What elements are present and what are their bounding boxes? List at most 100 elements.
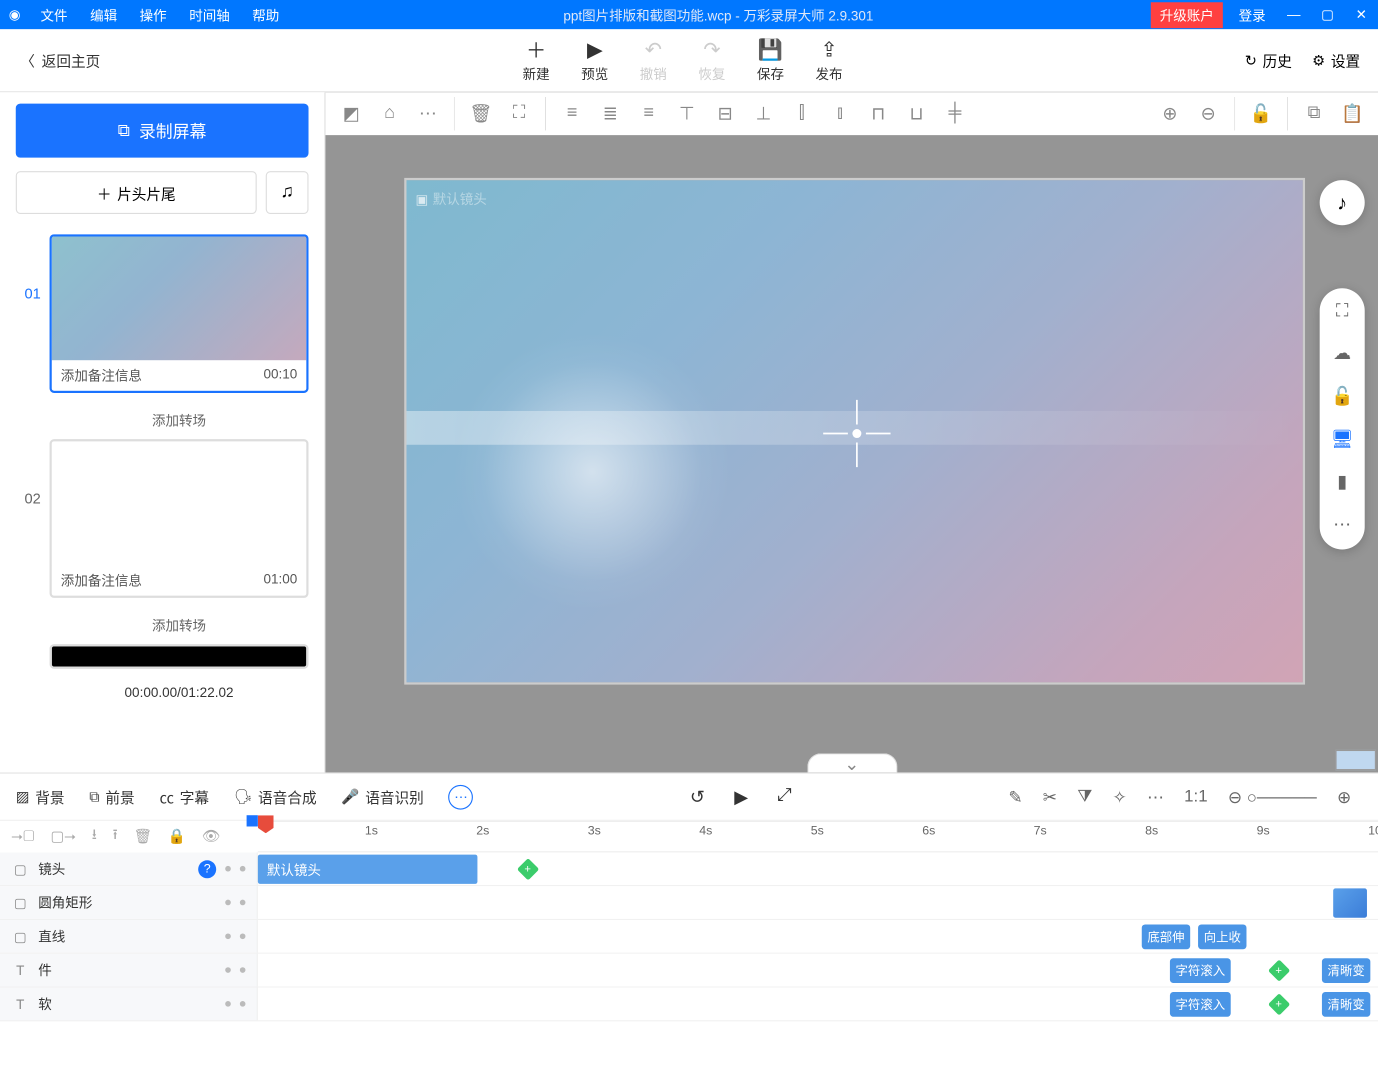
thumbnail-02[interactable]: 02 添加备注信息 01:00 [16, 439, 309, 598]
zoom-out-slider-icon[interactable]: ⊖ ○───── [1228, 787, 1317, 807]
align-left-icon[interactable]: ≡ [555, 97, 589, 131]
menu-help[interactable]: 帮助 [241, 5, 291, 24]
timeline-clip[interactable]: + [517, 858, 539, 880]
canvas-frame[interactable]: ▣默认镜头 [404, 178, 1305, 685]
filter-icon[interactable]: ⧩ [1077, 787, 1092, 806]
cut-icon[interactable]: ✂ [1043, 787, 1057, 807]
menu-action[interactable]: 操作 [128, 5, 178, 24]
home-icon[interactable]: ⌂ [373, 97, 407, 131]
expand-handle[interactable]: ⌄ [807, 753, 897, 772]
align-middle-icon[interactable]: ⊟ [708, 97, 742, 131]
zoom-out-icon[interactable]: ⊖ [1191, 97, 1225, 131]
tab-asr[interactable]: 🎤语音识别 [341, 786, 423, 807]
add-transition-button[interactable]: 添加转场 [50, 402, 309, 439]
track-dot-icon[interactable] [225, 933, 231, 939]
play-button[interactable]: ▶ [734, 785, 748, 808]
distribute-h-icon[interactable]: ⫿ [785, 97, 819, 131]
track-dot-icon[interactable] [240, 967, 246, 973]
align-icon[interactable]: ⊓ [861, 97, 895, 131]
track-dot-icon[interactable] [240, 933, 246, 939]
help-icon[interactable]: ? [198, 860, 216, 878]
new-button[interactable]: ＋新建 [523, 37, 550, 83]
tab-subtitle[interactable]: ㏄字幕 [159, 786, 209, 807]
tab-foreground[interactable]: ⧉前景 [89, 786, 134, 807]
thumbnail-03[interactable] [50, 644, 309, 669]
track-body[interactable]: 默认镜头 + [258, 852, 1378, 885]
mobile-icon[interactable]: ▮ [1337, 471, 1347, 494]
record-screen-button[interactable]: ⧉ 录制屏幕 [16, 104, 309, 158]
thumb-note[interactable]: 添加备注信息 [61, 366, 142, 385]
login-button[interactable]: 登录 [1227, 5, 1277, 24]
add-transition-button[interactable]: 添加转场 [50, 607, 309, 644]
music-button[interactable]: ♫ [266, 171, 309, 214]
align-center-icon[interactable]: ≣ [593, 97, 627, 131]
track-head[interactable]: ▢直线 [0, 920, 258, 953]
track-dot-icon[interactable] [225, 866, 231, 872]
track-head[interactable]: ▢镜头? [0, 852, 258, 885]
keyframe-icon[interactable]: ⋯ [1147, 787, 1164, 807]
tab-background[interactable]: ▨背景 [16, 786, 65, 807]
align-right-icon[interactable]: ≡ [632, 97, 666, 131]
eye-icon[interactable]: 👁 [202, 828, 221, 846]
delete-icon[interactable]: 🗑 [464, 97, 498, 131]
menu-file[interactable]: 文件 [29, 5, 79, 24]
timeline-clip[interactable]: 清晰变 [1322, 958, 1370, 983]
desktop-icon[interactable]: 🖥 [1331, 428, 1354, 451]
timeline-ruler[interactable]: 1s2s3s4s5s6s7s8s9s10s [258, 821, 1378, 853]
focus-icon[interactable]: ⛶ [502, 97, 536, 131]
more-icon[interactable]: ⋯ [411, 97, 445, 131]
align-icon2[interactable]: ⊔ [900, 97, 934, 131]
folder-in-icon[interactable]: ⭢▢ [11, 828, 34, 846]
track-body[interactable]: 字符滚入 + 清晰变 [258, 954, 1378, 987]
track-body[interactable] [258, 886, 1378, 919]
timeline-clip[interactable]: 底部伸 [1142, 924, 1190, 949]
lock-icon[interactable]: 🔓 [1244, 97, 1278, 131]
track-head[interactable]: ▢圆角矩形 [0, 886, 258, 919]
magic-icon[interactable]: ✧ [1113, 787, 1127, 807]
copy-icon[interactable]: ⧉ [1297, 97, 1331, 131]
track-dot-icon[interactable] [240, 900, 246, 906]
menu-timeline[interactable]: 时间轴 [178, 5, 241, 24]
timeline-clip[interactable]: 默认镜头 [258, 855, 478, 884]
close-icon[interactable]: ✕ [1344, 0, 1378, 29]
crop-icon[interactable]: ◩ [334, 97, 368, 131]
head-tail-button[interactable]: ＋ 片头片尾 [16, 171, 257, 214]
redo-button[interactable]: ↷恢复 [698, 37, 725, 83]
expand-button[interactable]: ⤢ [777, 785, 791, 808]
paste-icon[interactable]: 📋 [1335, 97, 1369, 131]
floating-music-button[interactable]: ♪ [1320, 180, 1365, 225]
track-head[interactable]: T软 [0, 988, 258, 1021]
settings-button[interactable]: ⚙设置 [1312, 50, 1360, 71]
track-dot-icon[interactable] [240, 1001, 246, 1007]
zoom-in-slider-icon[interactable]: ⊕ [1337, 787, 1351, 807]
track-dot-icon[interactable] [225, 900, 231, 906]
unlock-icon[interactable]: 🔓 [1331, 385, 1353, 408]
upload-icon[interactable]: ⭱ [113, 824, 118, 849]
timeline-clip[interactable]: + [1268, 993, 1290, 1015]
zoom-in-icon[interactable]: ⊕ [1153, 97, 1187, 131]
thumb-note[interactable]: 添加备注信息 [61, 571, 142, 590]
track-dot-icon[interactable] [225, 1001, 231, 1007]
align-top-icon[interactable]: ⊤ [670, 97, 704, 131]
timeline-clip[interactable]: 字符滚入 [1170, 958, 1231, 983]
align-bottom-icon[interactable]: ⊥ [747, 97, 781, 131]
distribute-v-icon[interactable]: ⫾ [823, 97, 857, 131]
thumbnail-01[interactable]: 01 添加备注信息 00:10 [16, 234, 309, 393]
track-body[interactable]: 字符滚入+清晰变 [258, 988, 1378, 1021]
folder-out-icon[interactable]: ▢⭢ [50, 828, 76, 846]
cloud-icon[interactable]: ☁ [1333, 342, 1351, 365]
track-head[interactable]: T件 [0, 954, 258, 987]
tabs-more-button[interactable]: ⋯ [449, 784, 474, 809]
track-dot-icon[interactable] [225, 967, 231, 973]
more-dots-icon[interactable]: ⋯ [1333, 513, 1351, 536]
track-body[interactable]: 底部伸向上收 [258, 920, 1378, 953]
timeline-clip[interactable]: + [1268, 959, 1290, 981]
ratio-icon[interactable]: 1:1 [1184, 787, 1207, 806]
tab-tts[interactable]: 🗣语音合成 [234, 786, 317, 807]
back-button[interactable]: 〈 返回主页 [0, 50, 121, 71]
rewind-button[interactable]: ↺ [690, 785, 705, 808]
history-button[interactable]: ↻历史 [1245, 50, 1292, 71]
menu-edit[interactable]: 编辑 [79, 5, 129, 24]
download-icon[interactable]: ⭳ [92, 824, 97, 849]
undo-button[interactable]: ↶撤销 [640, 37, 667, 83]
